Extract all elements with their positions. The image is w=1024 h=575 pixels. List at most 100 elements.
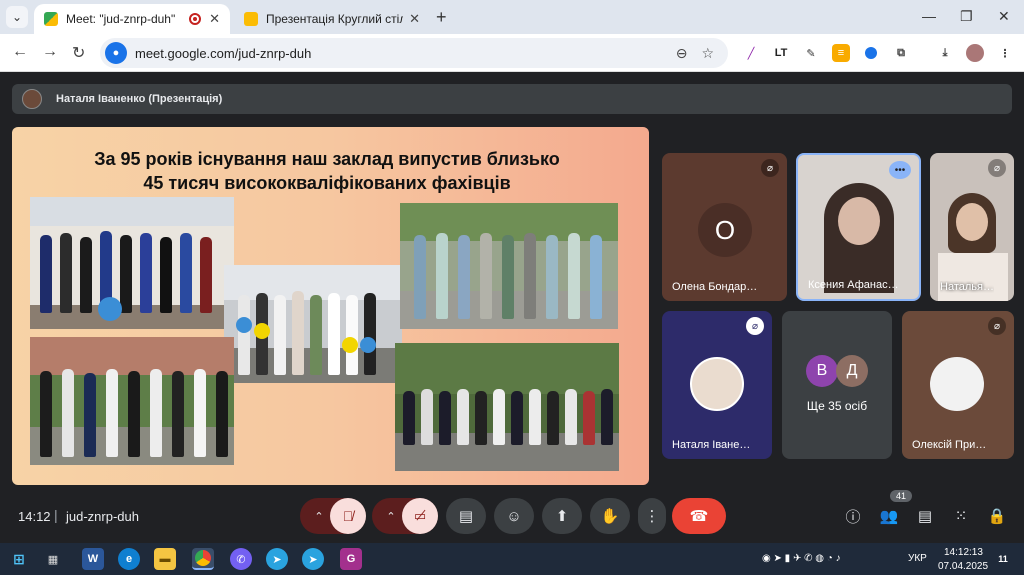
participant-name: Наталья… xyxy=(940,281,994,293)
participant-avatar xyxy=(690,357,744,411)
camera-off-icon[interactable]: ▭̸ xyxy=(402,498,438,534)
graduates-photo-2 xyxy=(224,265,402,383)
clock-date[interactable]: 07.04.2025 xyxy=(938,561,988,572)
chrome-icon[interactable] xyxy=(192,548,214,570)
participant-face xyxy=(956,203,988,241)
forward-icon[interactable]: → xyxy=(42,43,58,61)
mic-icon[interactable]: ● xyxy=(105,42,127,64)
participant-tile[interactable]: ⌀ Олексій При… xyxy=(902,311,1014,459)
close-tab-icon[interactable]: ✕ xyxy=(209,11,220,27)
download-icon[interactable]: ⤓ xyxy=(936,44,954,62)
tab-title: Meet: "jud-znrp-duh" xyxy=(66,12,176,26)
meeting-code: jud-znrp-duh xyxy=(66,509,139,524)
tray-icons[interactable]: ◉ ➤ ▮ ✈ ✆ ◍ ◔ ♪ xyxy=(762,553,841,564)
mic-off-icon[interactable]: 🎙̸ xyxy=(330,498,366,534)
participant-tile[interactable]: ⌀ Наталья… xyxy=(930,153,1014,301)
participant-tile[interactable]: ⌀ О Олена Бондар… xyxy=(662,153,787,301)
tab-meet[interactable]: Meet: "jud-znrp-duh" ✕ xyxy=(34,4,230,34)
text-extension-icon[interactable]: LT xyxy=(772,44,790,62)
meeting-info-button[interactable]: ⓘ xyxy=(838,498,868,534)
participant-name: Олексій При… xyxy=(912,439,987,451)
participant-tile-speaking[interactable]: ••• Ксения Афанас… xyxy=(796,153,921,301)
hand-icon: ✋ xyxy=(600,508,620,525)
browser-tab-bar: ⌄ Meet: "jud-znrp-duh" ✕ Презентація Кру… xyxy=(0,0,1024,34)
menu-icon[interactable]: ⋮ xyxy=(996,44,1014,62)
chevron-up-icon[interactable]: ⌃ xyxy=(386,510,395,523)
restore-button[interactable]: ❐ xyxy=(960,8,973,25)
graduates-photo-3 xyxy=(400,203,618,329)
leave-call-button[interactable]: ☎ xyxy=(672,498,726,534)
meet-favicon-icon xyxy=(44,12,58,26)
meeting-controls: 14:12 | jud-znrp-duh ⌃ 🎙̸ ⌃ ▭̸ ▤ ☺ ⬆ ✋ ⋮… xyxy=(0,490,1024,542)
reactions-button[interactable]: ☺ xyxy=(494,498,534,534)
notification-icon[interactable]: 11 xyxy=(992,548,1014,570)
mic-button-group[interactable]: ⌃ 🎙̸ xyxy=(300,498,366,534)
edge-icon[interactable]: e xyxy=(118,548,140,570)
profile-avatar[interactable] xyxy=(966,44,984,62)
mic-off-icon: ⌀ xyxy=(988,159,1006,177)
close-window-button[interactable]: ✕ xyxy=(998,8,1010,25)
minimize-button[interactable]: — xyxy=(922,8,936,24)
activities-button[interactable]: ⁙ xyxy=(946,498,976,534)
raise-hand-button[interactable]: ✋ xyxy=(590,498,630,534)
windows-taskbar: ⊞ ▦ W e ▬ ✆ ➤ ➤ G ◉ ➤ ▮ ✈ ✆ ◍ ◔ ♪ УКР 14… xyxy=(0,543,1024,575)
host-controls-button[interactable]: 🔒 xyxy=(982,498,1012,534)
url-text[interactable]: meet.google.com/jud-znrp-duh xyxy=(135,46,676,61)
people-button[interactable]: 👥 xyxy=(874,498,904,534)
slide-title-line-2: 45 тисяч висококваліфікованих фахівців xyxy=(143,173,511,193)
mic-off-icon: ⌀ xyxy=(761,159,779,177)
pen-extension-icon[interactable]: ╱ xyxy=(742,44,760,62)
tab-title: Презентація Круглий стіл «Мо xyxy=(266,12,404,26)
word-icon[interactable]: W xyxy=(82,548,104,570)
participant-avatar: В xyxy=(806,355,838,387)
blue-extension-icon[interactable] xyxy=(862,44,880,62)
close-tab-icon[interactable]: ✕ xyxy=(409,11,420,27)
widgets-icon[interactable]: ▦ xyxy=(42,548,64,570)
draw-extension-icon[interactable]: ✎ xyxy=(802,44,820,62)
present-button[interactable]: ⬆ xyxy=(542,498,582,534)
more-options-icon[interactable]: ••• xyxy=(889,161,911,179)
extensions-icon[interactable]: ⧉ xyxy=(892,44,910,62)
participant-avatar: Д xyxy=(836,355,868,387)
participant-count-badge: 41 xyxy=(890,490,913,502)
chevron-up-icon[interactable]: ⌃ xyxy=(314,510,323,523)
participant-name: Ксения Афанас… xyxy=(808,279,899,291)
more-participants-tile[interactable]: В Д Ще 35 осіб xyxy=(782,311,892,459)
people-icon: 👥 xyxy=(879,508,899,525)
tab-presentation[interactable]: Презентація Круглий стіл «Мо ✕ xyxy=(234,4,430,34)
participant-tile[interactable]: ⌀ Наталя Іване… xyxy=(662,311,772,459)
reload-icon[interactable]: ↻ xyxy=(72,43,85,63)
new-tab-button[interactable]: + xyxy=(436,7,447,28)
telegram-icon[interactable]: ➤ xyxy=(266,548,288,570)
viber-icon[interactable]: ✆ xyxy=(230,548,252,570)
note-extension-icon[interactable]: ≡ xyxy=(832,44,850,62)
chat-button[interactable]: ▤ xyxy=(910,498,940,534)
more-options-button[interactable]: ⋮ xyxy=(638,498,666,534)
captions-button[interactable]: ▤ xyxy=(446,498,486,534)
separator: | xyxy=(54,507,58,523)
present-icon: ⬆ xyxy=(555,508,569,525)
participant-video xyxy=(938,253,1008,301)
participant-avatar xyxy=(930,357,984,411)
telegram-icon-2[interactable]: ➤ xyxy=(302,548,324,570)
meeting-time: 14:12 xyxy=(18,509,51,524)
omnibox[interactable]: ● meet.google.com/jud-znrp-duh ⊖ ☆ xyxy=(100,38,728,68)
clock-time[interactable]: 14:12:13 xyxy=(944,547,983,558)
presenter-name: Наталя Іваненко (Презентація) xyxy=(56,93,223,105)
star-icon[interactable]: ☆ xyxy=(701,45,714,62)
back-icon[interactable]: ← xyxy=(12,43,28,61)
notification-count: 11 xyxy=(998,554,1008,564)
address-bar: ← → ↻ ● meet.google.com/jud-znrp-duh ⊖ ☆… xyxy=(0,34,1024,72)
chat-icon: ▤ xyxy=(917,508,933,525)
participant-face xyxy=(838,197,880,245)
participant-name: Олена Бондар… xyxy=(672,281,758,293)
file-explorer-icon[interactable]: ▬ xyxy=(154,548,176,570)
tab-search-button[interactable]: ⌄ xyxy=(6,6,28,28)
app-icon[interactable]: G xyxy=(340,548,362,570)
keyboard-language[interactable]: УКР xyxy=(908,553,927,564)
windows-start-icon[interactable]: ⊞ xyxy=(8,548,30,570)
zoom-icon[interactable]: ⊖ xyxy=(676,45,688,62)
participant-avatar: О xyxy=(698,203,752,257)
camera-button-group[interactable]: ⌃ ▭̸ xyxy=(372,498,438,534)
slides-favicon-icon xyxy=(244,12,258,26)
